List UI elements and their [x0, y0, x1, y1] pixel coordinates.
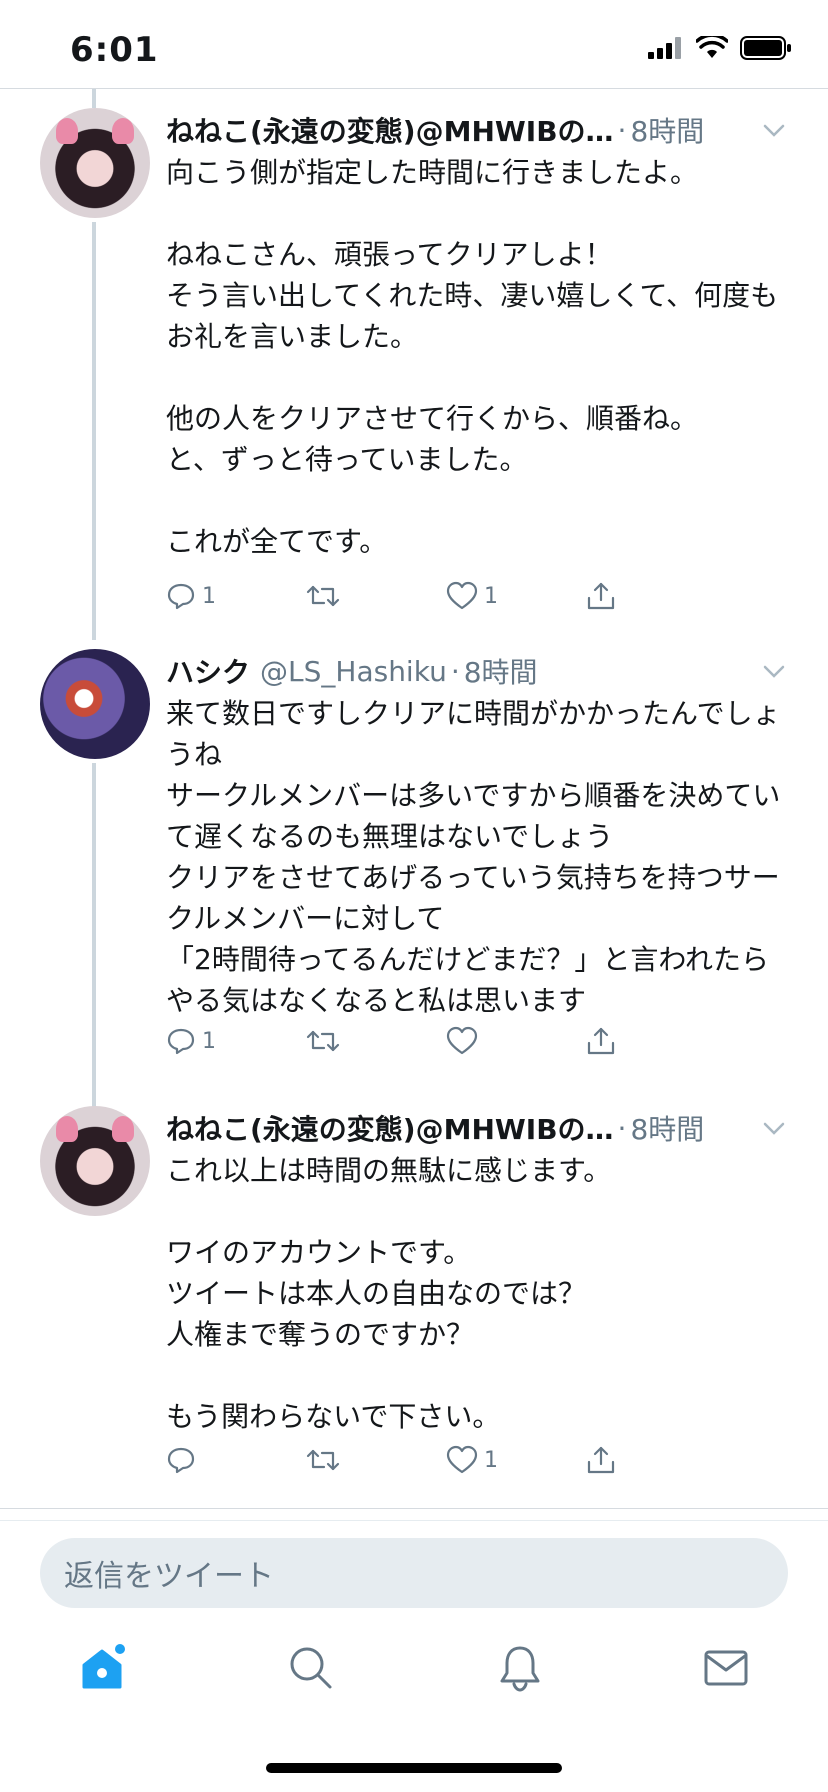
avatar[interactable]	[40, 649, 150, 759]
tweet-text: 来て数日ですしクリアに時間がかかったんでしょうね サークルメンバーは多いですから…	[166, 697, 781, 1017]
heart-icon	[446, 1445, 478, 1474]
reply-icon	[167, 1447, 195, 1474]
tweet-header: ねねこ(永遠の変態)@MHWIBの… · 8時間	[166, 108, 788, 152]
wifi-icon	[696, 36, 728, 58]
home-icon	[82, 1644, 125, 1689]
signal-icon	[648, 37, 681, 59]
like-button[interactable]: 1	[446, 1440, 586, 1480]
tweet-actions: 1 1	[166, 576, 726, 616]
like-count: 1	[484, 583, 498, 609]
share-button[interactable]	[586, 1440, 726, 1480]
status-time: 6:01	[70, 30, 159, 70]
display-name[interactable]: ねねこ(永遠の変態)@MHWIBの…	[166, 1108, 614, 1148]
reply-count: 1	[202, 583, 216, 609]
tab-search[interactable]	[283, 1640, 339, 1696]
divider	[0, 1508, 828, 1509]
tweet[interactable]: ハシク @LS_Hashiku · 8時間 来て数日ですしクリアに時間がかかった…	[0, 649, 828, 1179]
reply-button[interactable]	[166, 1440, 306, 1480]
separator-dot: ·	[450, 654, 460, 688]
tweet-time: 8時間	[630, 115, 705, 148]
separator-dot: ·	[617, 113, 627, 147]
like-button[interactable]	[446, 1021, 586, 1061]
tweet-header: ねねこ(永遠の変態)@MHWIBの… · 8時間	[166, 1106, 788, 1150]
tweet-time: 8時間	[463, 656, 538, 689]
retweet-button[interactable]	[306, 576, 446, 616]
share-icon	[587, 582, 615, 610]
retweet-button[interactable]	[306, 1021, 446, 1061]
display-name[interactable]: ねねこ(永遠の変態)@MHWIBの…	[166, 110, 614, 150]
display-name[interactable]: ハシク	[166, 651, 250, 691]
reply-count: 1	[202, 1028, 216, 1054]
avatar[interactable]	[40, 108, 150, 218]
reply-button[interactable]: 1	[166, 1021, 306, 1061]
share-icon	[587, 1446, 615, 1474]
chevron-down-icon[interactable]	[760, 1114, 788, 1142]
retweet-icon	[306, 1449, 340, 1471]
tweet-actions: 1	[166, 1021, 726, 1061]
separator-dot: ·	[617, 1111, 627, 1145]
tweet-text: これ以上は時間の無駄に感じます。 ワイのアカウントです。 ツイートは本人の自由な…	[166, 1154, 612, 1433]
share-icon	[587, 1027, 615, 1055]
heart-icon	[446, 1026, 478, 1055]
reply-input[interactable]: 返信をツイート	[40, 1538, 788, 1608]
messages-icon	[704, 1650, 748, 1686]
reply-button[interactable]: 1	[166, 576, 306, 616]
notifications-icon	[500, 1646, 540, 1692]
thread-line	[92, 89, 96, 108]
like-count: 1	[484, 1447, 498, 1473]
tab-bar	[0, 1630, 828, 1720]
tweet[interactable]: ねねこ(永遠の変態)@MHWIBの… · 8時間 向こう側が指定した時間に行きま…	[0, 108, 828, 641]
chevron-down-icon[interactable]	[760, 657, 788, 685]
search-icon	[290, 1647, 332, 1689]
status-bar: 6:01	[0, 0, 828, 88]
tweet-text: 向こう側が指定した時間に行きましたよ。 ねねこさん、頑張ってクリアしよ！ そう言…	[166, 156, 779, 558]
tab-notifications[interactable]	[492, 1640, 548, 1696]
tab-messages[interactable]	[698, 1640, 754, 1696]
chevron-down-icon[interactable]	[760, 116, 788, 144]
divider	[0, 1520, 828, 1521]
retweet-icon	[306, 1030, 340, 1052]
user-handle[interactable]: @LS_Hashiku	[260, 655, 447, 688]
share-button[interactable]	[586, 1021, 726, 1061]
home-indicator	[266, 1763, 562, 1773]
heart-icon	[446, 581, 478, 610]
timeline[interactable]: ねねこ(永遠の変態)@MHWIBの… · 8時間 向こう側が指定した時間に行きま…	[0, 89, 828, 1509]
reply-placeholder: 返信をツイート	[64, 1559, 274, 1594]
tweet[interactable]: ねねこ(永遠の変態)@MHWIBの… · 8時間 これ以上は時間の無駄に感じます…	[0, 1106, 828, 1506]
retweet-button[interactable]	[306, 1440, 446, 1480]
tweet-time: 8時間	[630, 1113, 705, 1146]
tweet-actions: 1	[166, 1440, 726, 1480]
battery-icon	[740, 36, 791, 60]
reply-icon	[167, 1028, 195, 1055]
retweet-icon	[306, 585, 340, 607]
avatar[interactable]	[40, 1106, 150, 1216]
status-icons	[648, 36, 792, 60]
tweet-header: ハシク @LS_Hashiku · 8時間	[166, 649, 788, 693]
like-button[interactable]: 1	[446, 576, 586, 616]
share-button[interactable]	[586, 576, 726, 616]
reply-icon	[167, 583, 195, 610]
tab-home[interactable]	[76, 1640, 132, 1696]
